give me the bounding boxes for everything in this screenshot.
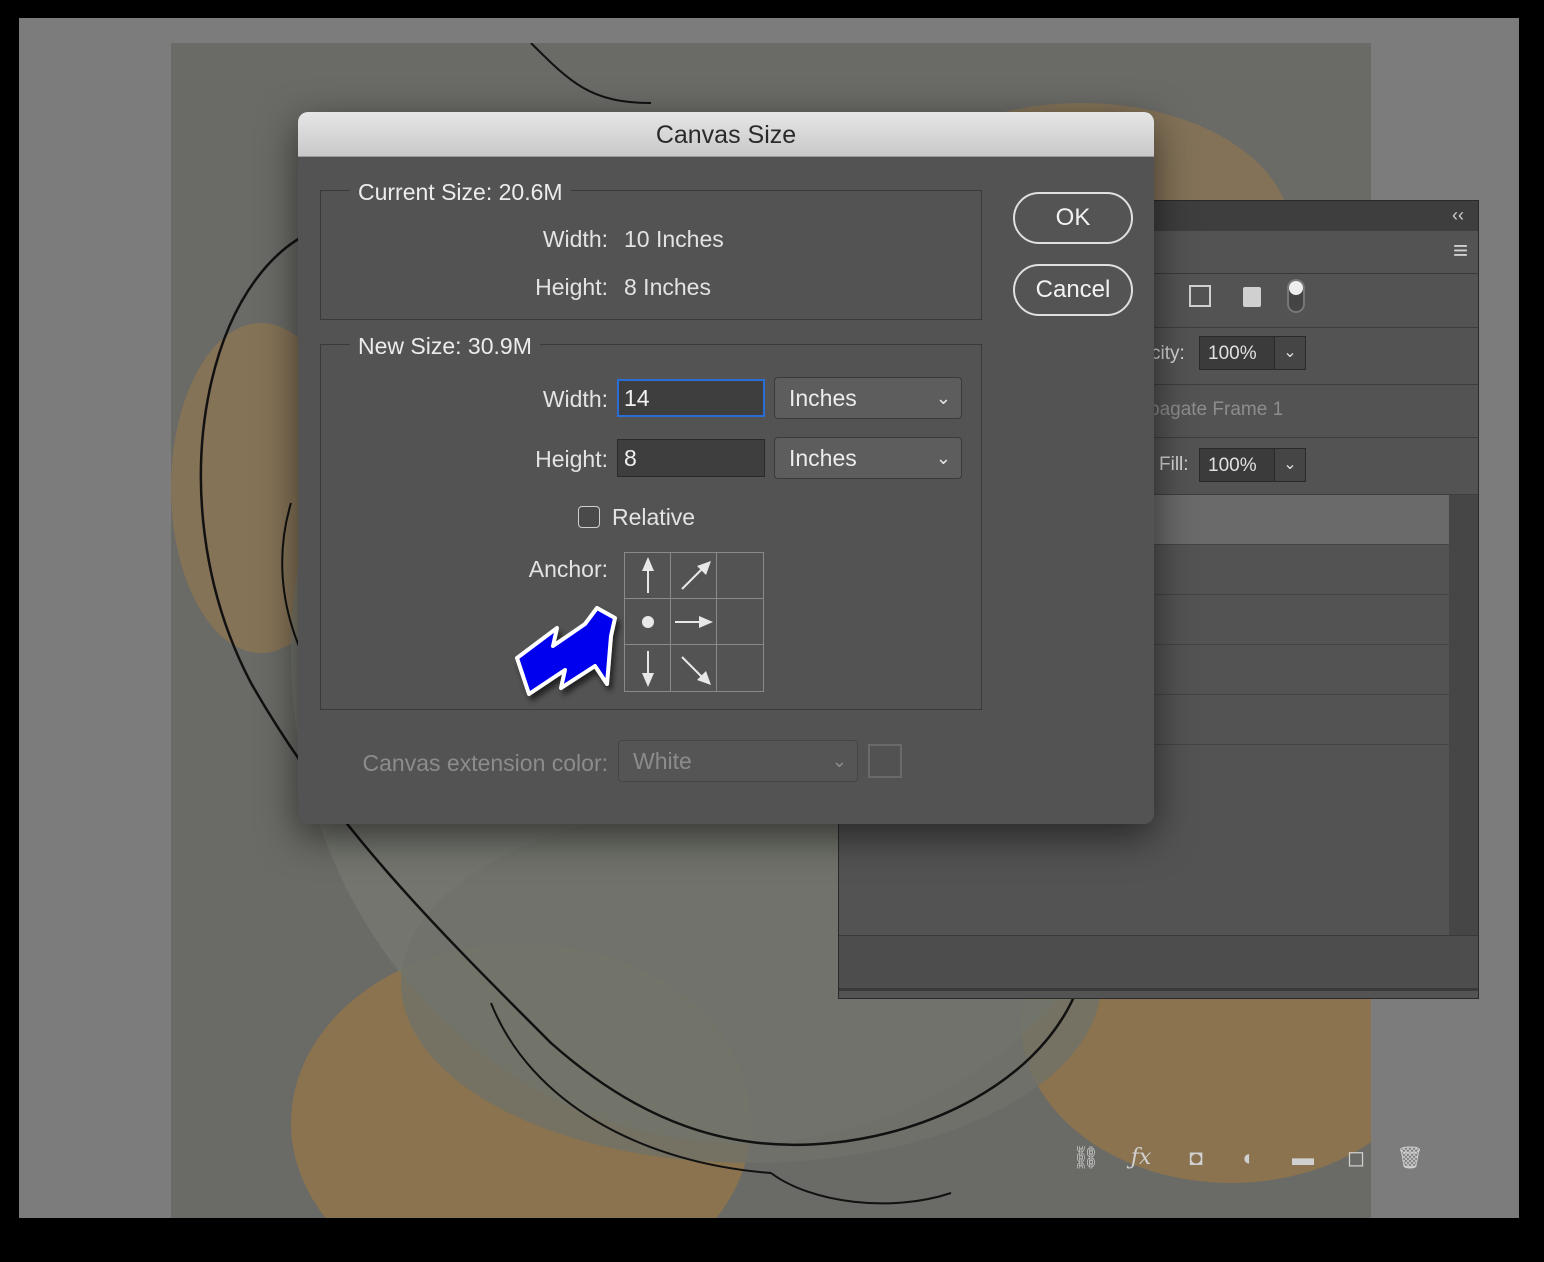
relative-checkbox[interactable]	[578, 506, 600, 528]
chevron-down-icon: ⌄	[831, 751, 847, 771]
chevron-down-icon: ⌄	[935, 448, 951, 468]
link-layers-icon[interactable]: ⛓	[1069, 1143, 1103, 1173]
opacity-label: city:	[1151, 343, 1185, 364]
relative-label[interactable]: Relative	[612, 504, 695, 531]
adjustment-layer-icon[interactable]: ◐	[1232, 1143, 1266, 1173]
panel-menu-icon[interactable]: ≡	[1453, 235, 1468, 266]
arrow-up-icon	[642, 557, 654, 593]
current-width-label: Width:	[542, 226, 608, 252]
current-size-legend: Current Size: 20.6M	[350, 179, 571, 206]
chevron-down-icon: ⌄	[1283, 344, 1297, 361]
propagate-frame-label[interactable]: pagate Frame 1	[1149, 399, 1283, 421]
chevron-down-icon: ⌄	[935, 388, 951, 408]
lock-all-knob-icon	[1289, 281, 1303, 295]
anchor-label: Anchor:	[528, 556, 608, 582]
width-input[interactable]: 14	[617, 379, 765, 417]
dialog-title: Canvas Size	[655, 121, 797, 149]
chevron-down-icon: ⌄	[1283, 456, 1297, 473]
opacity-dropdown[interactable]: ⌄	[1274, 336, 1306, 370]
fill-label: Fill:	[1159, 454, 1189, 475]
layer-mask-icon[interactable]: ◘	[1179, 1143, 1213, 1173]
current-height-label: Height:	[535, 274, 608, 300]
anchor-arrows	[642, 557, 713, 687]
new-size-legend: New Size: 30.9M	[350, 333, 540, 360]
height-unit-select[interactable]: Inches ⌄	[774, 437, 962, 479]
trash-icon[interactable]: 🗑	[1393, 1143, 1427, 1173]
anchor-grid	[624, 552, 764, 692]
height-unit-value: Inches	[789, 445, 857, 471]
extension-color-label: Canvas extension color:	[362, 750, 608, 776]
current-height-value: 8 Inches	[624, 274, 711, 300]
fill-dropdown[interactable]: ⌄	[1274, 448, 1306, 482]
canvas-size-dialog: Canvas Size Current Size: 20.6M Width: 1…	[298, 112, 1154, 824]
new-height-label: Height:	[535, 446, 608, 472]
width-unit-select[interactable]: Inches ⌄	[774, 377, 962, 419]
arrow-up-right-icon	[681, 561, 711, 590]
current-width-value: 10 Inches	[624, 226, 724, 252]
extension-color-select: White ⌄	[618, 740, 858, 782]
height-input[interactable]: 8	[617, 439, 765, 477]
new-layer-icon[interactable]: ◻	[1339, 1143, 1373, 1173]
pointer-arrow-icon	[515, 606, 617, 696]
arrow-down-right-icon	[681, 656, 711, 685]
arrow-right-icon	[675, 616, 713, 628]
new-group-icon[interactable]: ▬	[1286, 1143, 1320, 1173]
ok-button[interactable]: OK	[1013, 192, 1133, 244]
fill-field[interactable]: 100%	[1199, 448, 1275, 482]
new-width-label: Width:	[542, 386, 608, 412]
lock-artboard-icon[interactable]	[1243, 287, 1261, 307]
width-unit-value: Inches	[789, 385, 857, 411]
extension-color-value: White	[633, 748, 692, 774]
panel-footer	[839, 935, 1478, 991]
lock-position-icon[interactable]	[1189, 285, 1211, 307]
extension-color-swatch	[868, 744, 902, 778]
layers-scrollbar[interactable]	[1449, 495, 1478, 935]
opacity-field[interactable]: 100%	[1199, 336, 1275, 370]
collapse-panel-icon[interactable]: ‹‹	[1452, 205, 1464, 226]
fx-icon[interactable]: ƒx	[1124, 1143, 1158, 1173]
cancel-button[interactable]: Cancel	[1013, 264, 1133, 316]
